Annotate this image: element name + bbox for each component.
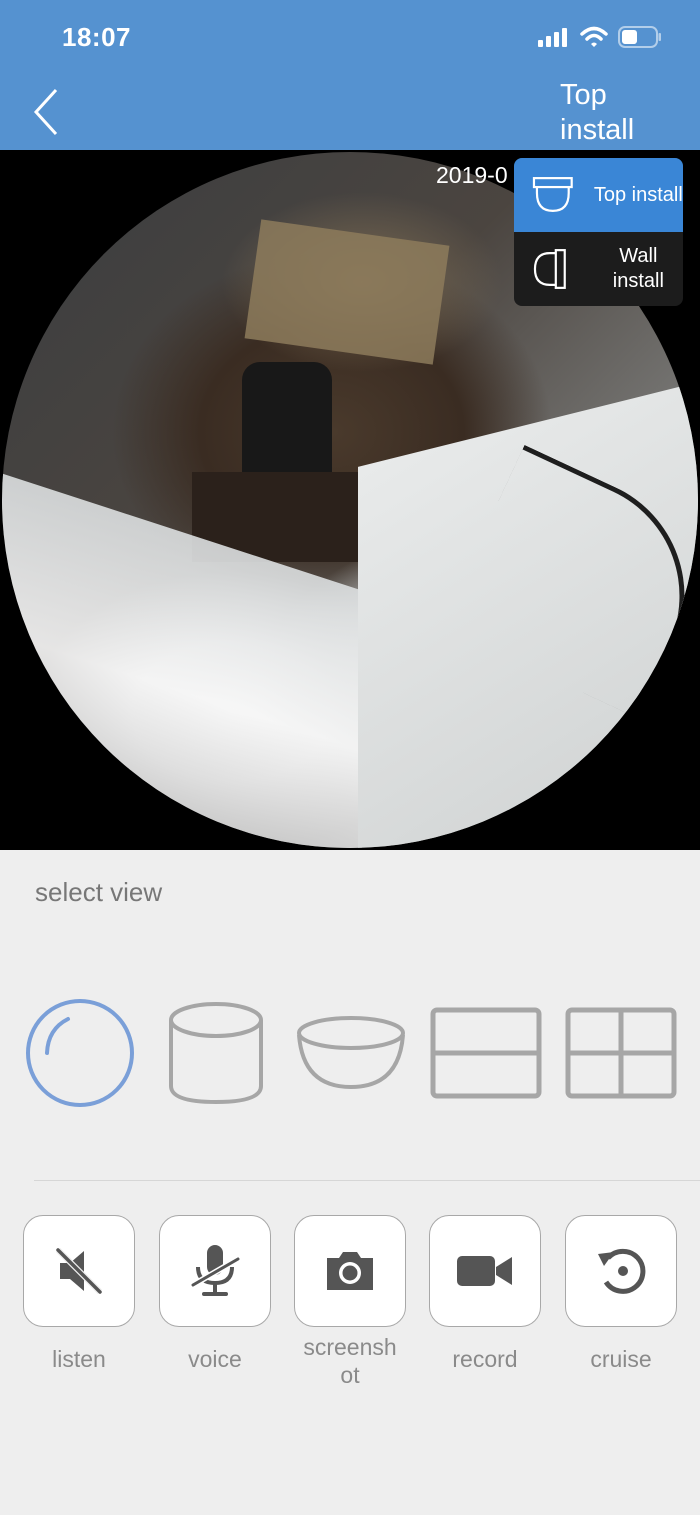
video-camera-icon [457,1256,512,1286]
listen-action: listen [23,1215,135,1373]
view-bowl-button[interactable] [293,995,408,1110]
voice-action: voice [159,1215,271,1373]
screenshot-label-line1: screensh [303,1334,397,1360]
cylinder-icon [168,1001,263,1104]
screenshot-label: screensh ot [294,1333,406,1389]
view-fisheye-button[interactable] [22,995,137,1110]
page-title[interactable]: Top install [560,78,650,148]
rotate-cruise-icon [598,1248,646,1294]
listen-button[interactable] [23,1215,135,1327]
wifi-icon [580,26,608,47]
cellular-signal-icon [538,28,567,47]
record-button[interactable] [429,1215,541,1327]
screenshot-button[interactable] [294,1215,406,1327]
cruise-label: cruise [590,1346,652,1372]
wall-install-option[interactable]: Wall install [514,232,683,306]
voice-button[interactable] [159,1215,271,1327]
back-button[interactable] [26,84,66,140]
view-cylinder-button[interactable] [158,995,273,1110]
view-two-split-button[interactable] [428,995,543,1110]
four-split-grid-icon [565,1007,676,1098]
top-install-label: Top install [593,183,683,206]
cruise-button[interactable] [565,1215,677,1327]
action-buttons: listen voice screensh ot record cruise [0,1215,700,1395]
select-view-label: select view [35,877,163,907]
two-split-grid-icon [430,1007,541,1098]
record-label: record [452,1346,518,1372]
install-mode-menu: Top install Wall install [514,158,683,306]
top-install-option[interactable]: Top install [514,158,683,232]
chevron-left-icon [33,88,58,136]
record-action: record [429,1215,541,1373]
wall-dome-camera-icon [533,249,566,289]
battery-icon [618,26,661,48]
cruise-action: cruise [565,1215,677,1373]
view-four-split-button[interactable] [563,995,678,1110]
bowl-hemisphere-icon [296,1015,405,1089]
camera-icon [327,1252,373,1290]
fisheye-circle-icon [25,998,134,1107]
camera-live-view[interactable]: 2019-0 Top install Wall install [0,150,700,850]
video-timestamp: 2019-0 [436,162,508,188]
speaker-muted-icon [55,1247,103,1295]
status-icons [538,26,662,48]
ceiling-dome-camera-icon [532,177,573,212]
section-divider [34,1180,700,1181]
top-bar: 18:07 Top install [0,0,700,150]
view-mode-selector [0,995,700,1110]
wall-install-label: Wall install [612,245,664,292]
screenshot-action: screensh ot [294,1215,406,1389]
screenshot-label-line2: ot [340,1362,360,1388]
voice-label: voice [188,1346,242,1372]
status-time: 18:07 [62,22,131,52]
listen-label: listen [52,1346,106,1372]
microphone-muted-icon [191,1245,240,1296]
controls-panel: select view listen voice screensh ot rec… [0,850,700,1515]
